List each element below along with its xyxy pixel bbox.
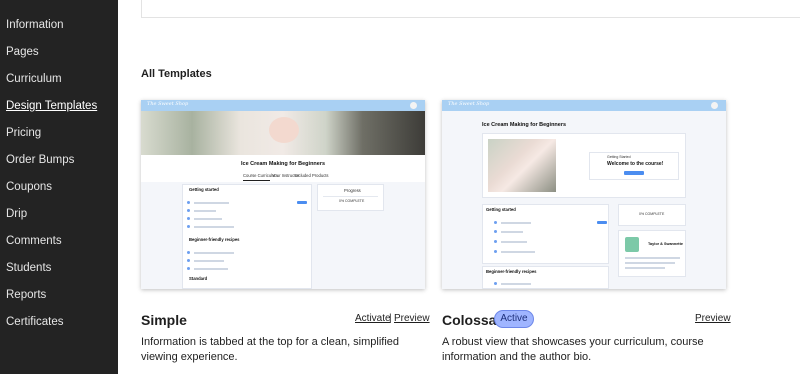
lesson-row <box>194 218 222 220</box>
thumb-logo: The Sweet Shop <box>147 101 189 107</box>
lesson-row <box>194 202 229 204</box>
preview-link-simple[interactable]: Preview <box>394 313 430 324</box>
start-button <box>297 201 307 204</box>
lesson-icon <box>187 209 190 212</box>
hero-image <box>141 111 425 155</box>
section-title: All Templates <box>141 68 212 80</box>
sidebar-item-reports[interactable]: Reports <box>6 288 46 302</box>
template-description-simple: Information is tabbed at the top for a c… <box>141 336 400 363</box>
section-name: Beginner-friendly recipes <box>486 269 537 274</box>
lesson-row <box>194 260 224 262</box>
activate-link-simple[interactable]: Activate <box>355 313 391 324</box>
author-bio-line <box>625 267 665 269</box>
lesson-icon <box>187 217 190 220</box>
progress-value: 0% COMPLETE <box>639 212 665 216</box>
thumb-logo: The Sweet Shop <box>448 101 490 107</box>
course-title: Ice Cream Making for Beginners <box>241 161 326 167</box>
lesson-row <box>194 252 234 254</box>
lesson-row <box>194 210 216 212</box>
lesson-icon <box>494 221 497 224</box>
author-name: Taylor & Swannette <box>648 242 683 246</box>
lesson-icon <box>494 230 497 233</box>
section-name: Getting started <box>189 187 219 192</box>
section-name: Getting started <box>486 207 516 212</box>
start-button <box>597 221 607 224</box>
author-bio-line <box>625 262 675 264</box>
thumb-header: The Sweet Shop <box>442 100 726 111</box>
avatar <box>711 102 718 109</box>
template-name-colossal: Colossal <box>442 312 501 328</box>
sidebar-item-pages[interactable]: Pages <box>6 45 39 59</box>
lesson-icon <box>494 240 497 243</box>
author-image <box>625 237 639 252</box>
preview-link-colossal[interactable]: Preview <box>695 313 731 324</box>
template-description-colossal: A robust view that showcases your curric… <box>442 336 704 363</box>
template-thumbnail-colossal[interactable]: The Sweet Shop Ice Cream Making for Begi… <box>442 100 726 289</box>
thumb-header: The Sweet Shop <box>141 100 425 111</box>
template-name-simple: Simple <box>141 312 187 328</box>
lesson-icon <box>494 250 497 253</box>
avatar <box>410 102 417 109</box>
active-badge: Active <box>494 310 534 328</box>
welcome-small: Getting Started <box>607 155 631 159</box>
sidebar-item-drip[interactable]: Drip <box>6 207 27 221</box>
sidebar-item-students[interactable]: Students <box>6 261 51 275</box>
template-thumbnail-simple[interactable]: The Sweet Shop Ice Cream Making for Begi… <box>141 100 425 289</box>
sidebar-item-order-bumps[interactable]: Order Bumps <box>6 153 74 167</box>
welcome-heading: Welcome to the course! <box>607 161 664 167</box>
lesson-icon <box>494 282 497 285</box>
lesson-icon <box>187 251 190 254</box>
course-title: Ice Cream Making for Beginners <box>482 122 567 128</box>
sidebar-item-pricing[interactable]: Pricing <box>6 126 41 140</box>
section-name: Beginner-friendly recipes <box>189 237 240 242</box>
lesson-row <box>501 222 531 224</box>
lesson-icon <box>187 267 190 270</box>
top-card <box>141 0 800 18</box>
sidebar-item-certificates[interactable]: Certificates <box>6 315 64 329</box>
lesson-icon <box>187 201 190 204</box>
sidebar-item-comments[interactable]: Comments <box>6 234 62 248</box>
lesson-row <box>501 231 523 233</box>
divider <box>323 196 378 197</box>
sidebar-item-curriculum[interactable]: Curriculum <box>6 72 62 86</box>
hero-image <box>488 139 556 192</box>
section-name: Standard <box>189 276 208 281</box>
lesson-icon <box>187 225 190 228</box>
lesson-row <box>194 226 234 228</box>
sidebar-item-design-templates[interactable]: Design Templates <box>6 99 97 113</box>
progress-value: 0% COMPLETE <box>339 199 365 203</box>
lesson-row <box>194 268 228 270</box>
tab-underline <box>243 180 270 181</box>
curriculum-box <box>482 204 609 264</box>
link-separator: | <box>389 313 392 324</box>
author-bio-line <box>625 257 680 259</box>
sidebar-item-coupons[interactable]: Coupons <box>6 180 52 194</box>
sidebar: Information Pages Curriculum Design Temp… <box>0 0 118 374</box>
tab-products: Included Products <box>295 173 329 178</box>
lesson-row <box>501 241 527 243</box>
lesson-row <box>501 283 531 285</box>
lesson-row <box>501 251 535 253</box>
start-button <box>624 171 644 175</box>
sidebar-item-information[interactable]: Information <box>6 18 64 32</box>
lesson-icon <box>187 259 190 262</box>
progress-label: Progress <box>344 188 361 193</box>
